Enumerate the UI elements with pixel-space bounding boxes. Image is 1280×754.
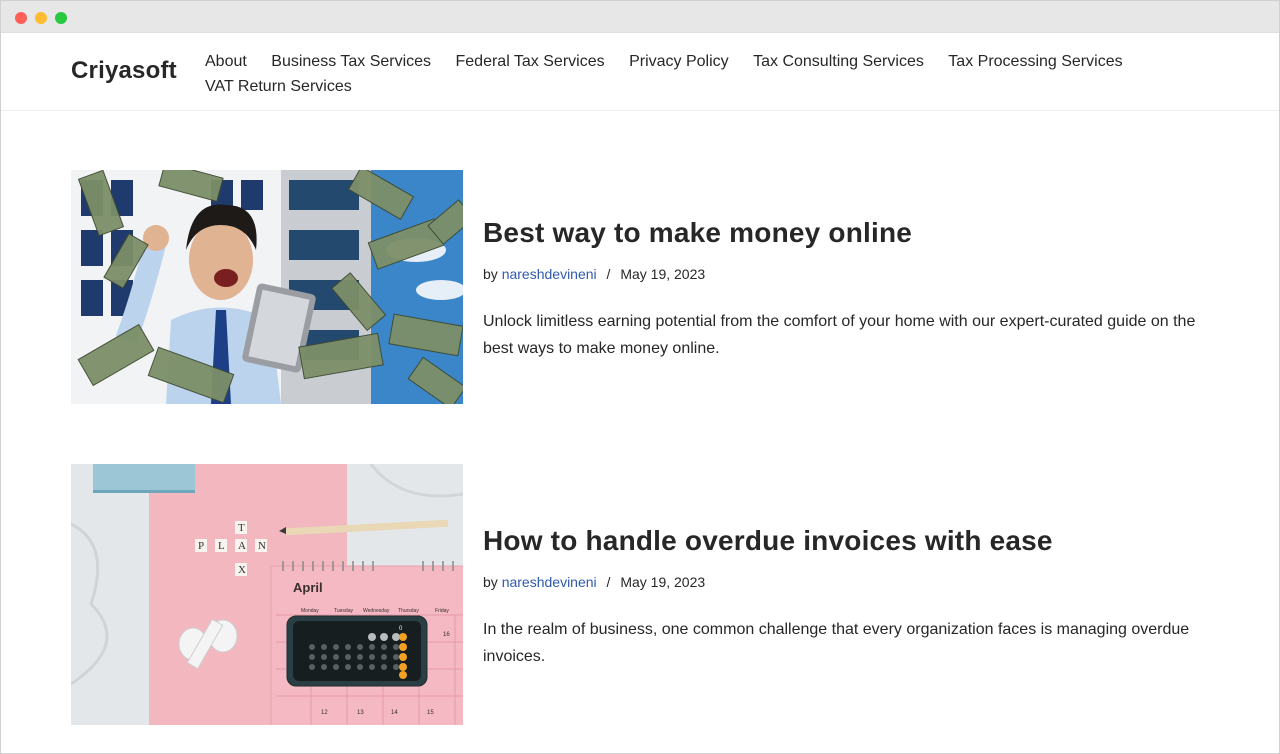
nav-item-tax-consulting-services[interactable]: Tax Consulting Services <box>753 49 924 74</box>
calendar-day-tuesday: Tuesday <box>334 608 353 614</box>
post-excerpt: Unlock limitless earning potential from … <box>483 313 1196 357</box>
calendar-date-15: 15 <box>427 710 434 716</box>
letter-tile-t: T <box>238 522 245 534</box>
calendar-day-friday: Friday <box>435 608 449 614</box>
post-thumbnail[interactable]: P L A N T X April Monday Tuesday Wednesd… <box>71 464 463 725</box>
calendar-date-16: 16 <box>443 632 450 638</box>
minimize-window-button[interactable] <box>35 12 47 24</box>
post-content: Best way to make money online by nareshd… <box>483 214 1203 362</box>
close-window-button[interactable] <box>15 12 27 24</box>
meta-separator: / <box>606 266 611 282</box>
post-byline-label: by <box>483 266 498 282</box>
post-date: May 19, 2023 <box>620 266 706 282</box>
nav-item-business-tax-services[interactable]: Business Tax Services <box>271 49 431 74</box>
calendar-day-wednesday: Wednesday <box>363 608 390 614</box>
calendar-date-12: 12 <box>321 710 328 716</box>
letter-tile-a: A <box>238 540 246 552</box>
site-header: Criyasoft About Business Tax Services Fe… <box>1 33 1279 111</box>
browser-window: Criyasoft About Business Tax Services Fe… <box>0 0 1280 754</box>
money-man-image <box>71 170 463 404</box>
nav-item-tax-processing-services[interactable]: Tax Processing Services <box>948 49 1122 74</box>
post-byline-label: by <box>483 574 498 590</box>
post-meta: by nareshdevineni / May 19, 2023 <box>483 264 1203 284</box>
post-title[interactable]: How to handle overdue invoices with ease <box>483 522 1203 560</box>
site-logo[interactable]: Criyasoft <box>71 57 177 85</box>
calendar-month: April <box>293 580 323 595</box>
post-author-link[interactable]: nareshdevineni <box>502 266 597 282</box>
post-date: May 19, 2023 <box>620 574 706 590</box>
post-thumbnail[interactable] <box>71 170 463 404</box>
letter-tile-p: P <box>198 540 204 552</box>
calendar-day-thursday: Thursday <box>398 608 419 614</box>
nav-item-federal-tax-services[interactable]: Federal Tax Services <box>456 49 605 74</box>
letter-tile-l: L <box>218 540 225 552</box>
post-author-link[interactable]: nareshdevineni <box>502 574 597 590</box>
letter-tile-x: X <box>238 564 246 576</box>
post-content: How to handle overdue invoices with ease… <box>483 522 1203 670</box>
nav-item-vat-return-services[interactable]: VAT Return Services <box>205 74 352 99</box>
post-meta: by nareshdevineni / May 19, 2023 <box>483 572 1203 592</box>
calendar-date-14: 14 <box>391 710 398 716</box>
post-excerpt: In the realm of business, one common cha… <box>483 621 1190 665</box>
meta-separator: / <box>606 574 611 590</box>
letter-tile-n: N <box>258 540 266 552</box>
maximize-window-button[interactable] <box>55 12 67 24</box>
window-titlebar <box>1 1 1279 33</box>
invoice-calendar-image: P L A N T X April Monday Tuesday Wednesd… <box>71 464 463 725</box>
nav-item-about[interactable]: About <box>205 49 247 74</box>
post-title[interactable]: Best way to make money online <box>483 214 1203 252</box>
calendar-day-monday: Monday <box>301 608 319 614</box>
primary-navigation: About Business Tax Services Federal Tax … <box>205 49 1165 99</box>
nav-item-privacy-policy[interactable]: Privacy Policy <box>629 49 729 74</box>
calendar-date-13: 13 <box>357 710 364 716</box>
